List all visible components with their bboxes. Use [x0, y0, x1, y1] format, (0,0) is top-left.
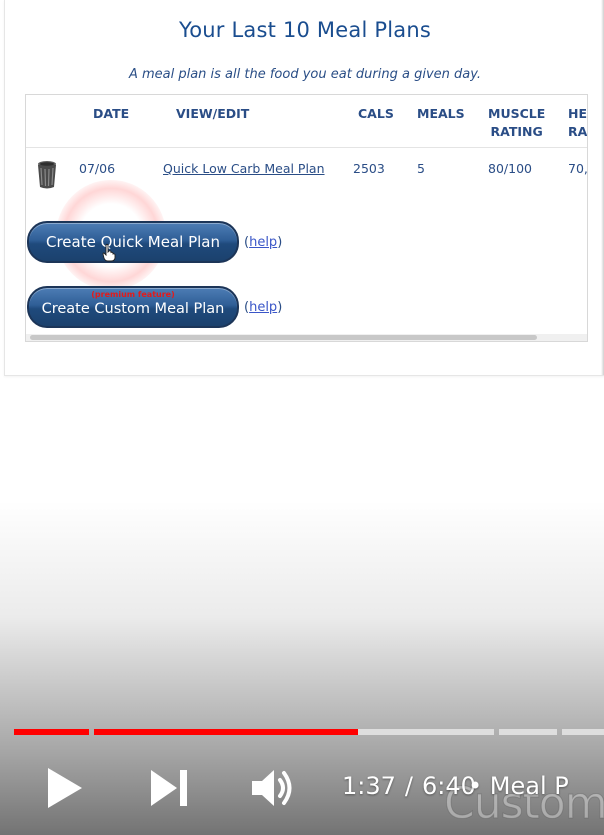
row-cals: 2503: [353, 161, 385, 176]
page-subtitle: A meal plan is all the food you eat duri…: [128, 67, 482, 82]
column-header-date[interactable]: DATE: [93, 105, 129, 123]
page-title: Your Last 10 Meal Plans: [179, 18, 431, 42]
chapter-bullet: •: [468, 772, 483, 800]
current-time: 1:37: [342, 772, 396, 800]
column-header-meals[interactable]: MEALS: [417, 105, 465, 123]
progress-buffered-segment-2: [499, 729, 557, 735]
premium-feature-tag: (premium feature): [91, 290, 175, 299]
video-frame[interactable]: Your Last 10 Meal Plans A meal plan is a…: [0, 0, 604, 835]
trash-icon[interactable]: [36, 159, 58, 189]
row-date: 07/06: [79, 161, 116, 176]
column-header-muscle-rating[interactable]: MUSCLE RATING: [488, 105, 545, 141]
progress-buffered-segment-1: [358, 729, 494, 735]
create-custom-meal-plan-button[interactable]: (premium feature) Create Custom Meal Pla…: [27, 286, 239, 328]
column-header-health-line1: HE: [568, 106, 588, 121]
create-quick-meal-plan-label: Create Quick Meal Plan: [45, 233, 220, 251]
next-button[interactable]: [148, 762, 192, 814]
volume-icon: [252, 770, 292, 806]
hand-pointer-icon: [102, 244, 116, 262]
quick-meal-plan-row: Create Quick Meal Plan (help): [27, 221, 282, 263]
horizontal-scrollbar[interactable]: [26, 334, 587, 341]
row-meals: 5: [417, 161, 425, 176]
column-header-muscle-line1: MUSCLE: [488, 106, 546, 121]
meal-plans-table: DATE VIEW/EDIT CALS MEALS MUSCLE RATING …: [25, 94, 588, 342]
volume-button[interactable]: [250, 762, 300, 814]
help-close-paren-2: ): [277, 299, 283, 315]
create-quick-meal-plan-button[interactable]: Create Quick Meal Plan: [27, 221, 239, 263]
meal-plan-link[interactable]: Quick Low Carb Meal Plan: [163, 161, 325, 176]
column-header-health-rating[interactable]: HE RA: [568, 105, 587, 141]
progress-buffered-segment-3: [562, 729, 604, 735]
play-icon: [48, 768, 82, 808]
custom-meal-plan-row: (premium feature) Create Custom Meal Pla…: [27, 286, 282, 328]
quick-help: (help): [244, 235, 282, 250]
progress-bar[interactable]: [14, 729, 604, 735]
create-custom-meal-plan-label: Create Custom Meal Plan: [41, 301, 225, 317]
chapter-title-text: Meal P: [489, 772, 569, 800]
time-display: 1:37/6:40: [342, 772, 476, 800]
column-header-view-edit[interactable]: VIEW/EDIT: [176, 105, 249, 123]
play-button[interactable]: [44, 762, 88, 814]
column-header-health-line2: RA: [568, 124, 588, 139]
custom-help-link[interactable]: help: [249, 300, 277, 315]
column-header-muscle-line2: RATING: [490, 124, 543, 139]
column-header-cals[interactable]: CALS: [358, 105, 394, 123]
row-health-rating: 70,: [568, 161, 588, 176]
skip-next-icon: [151, 770, 187, 806]
progress-played-segment-2: [94, 729, 358, 735]
row-muscle-rating: 80/100: [488, 161, 532, 176]
chapter-title[interactable]: • Meal P: [468, 772, 569, 800]
header-divider: [26, 147, 587, 148]
progress-played-segment-1: [14, 729, 89, 735]
meal-plans-panel: Your Last 10 Meal Plans A meal plan is a…: [4, 0, 604, 376]
custom-help: (help): [244, 300, 282, 315]
horizontal-scroll-thumb[interactable]: [30, 335, 537, 340]
quick-help-link[interactable]: help: [249, 235, 277, 250]
help-close-paren: ): [277, 234, 283, 250]
time-separator: /: [404, 772, 413, 800]
